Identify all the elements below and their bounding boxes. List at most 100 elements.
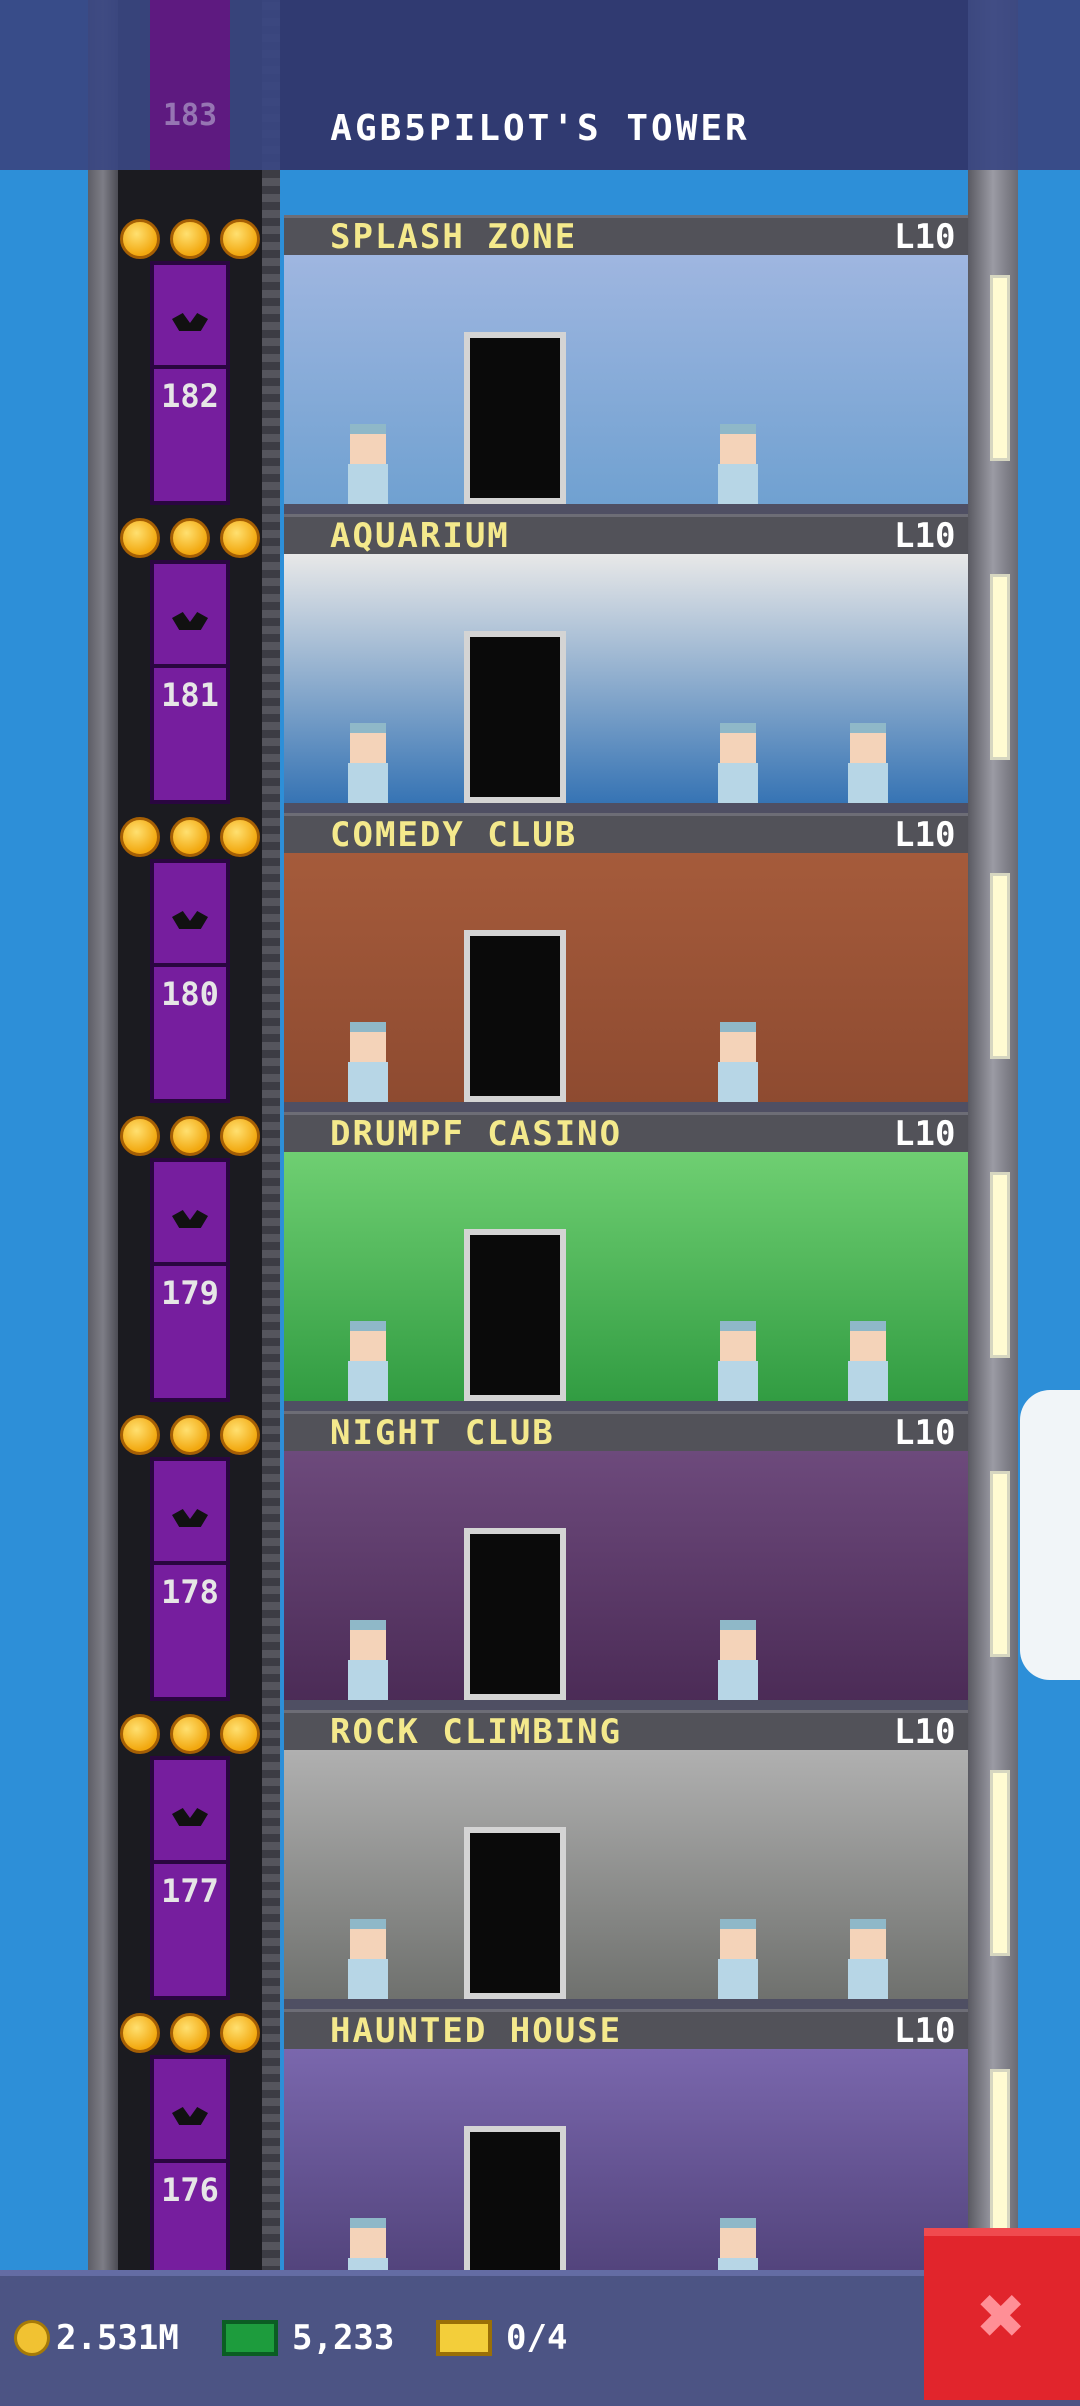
bitizen[interactable] — [714, 1919, 762, 1999]
elevator-door: 182 — [150, 261, 230, 505]
floor-room[interactable] — [284, 255, 968, 514]
elevator-door: 177 — [150, 1756, 230, 2000]
floor-level: L10 — [894, 1712, 956, 1752]
star-icon — [220, 1714, 260, 1754]
bux-count: 5,233 — [292, 2318, 395, 2358]
bitizen-body — [348, 464, 388, 504]
elevator-divider — [154, 365, 226, 369]
tower-window-light — [990, 1770, 1010, 1956]
floor-row[interactable]: 180 COMEDY CLUB L10 — [0, 813, 1080, 1112]
floor-room[interactable] — [284, 853, 968, 1112]
bat-icon — [172, 612, 208, 630]
floor-stars — [120, 1116, 260, 1156]
bitizen[interactable] — [844, 723, 892, 803]
floor-stars — [120, 518, 260, 558]
bitizen[interactable] — [714, 1620, 762, 1700]
bitizen-body — [848, 1959, 888, 1999]
floor-room[interactable] — [284, 554, 968, 813]
floor-name: DRUMPF CASINO — [330, 1114, 623, 1154]
floor-name: COMEDY CLUB — [330, 815, 578, 855]
bitizen-body — [718, 1660, 758, 1700]
floor-room[interactable] — [284, 1152, 968, 1411]
floor-number: 180 — [161, 975, 219, 1013]
bitizen-head — [350, 1321, 386, 1363]
bitizen-head — [350, 2218, 386, 2260]
floor-row[interactable]: 176 HAUNTED HOUSE L10 — [0, 2009, 1080, 2308]
bux-icon — [222, 2320, 278, 2356]
bitizen[interactable] — [714, 424, 762, 504]
bitizen[interactable] — [714, 1321, 762, 1401]
elevator-door: 181 — [150, 560, 230, 804]
floor-row[interactable]: 179 DRUMPF CASINO L10 — [0, 1112, 1080, 1411]
floor-level: L10 — [894, 1413, 956, 1453]
bitizen-body — [718, 1062, 758, 1102]
bitizen-body — [348, 1959, 388, 1999]
bitizen[interactable] — [714, 723, 762, 803]
bat-icon — [172, 911, 208, 929]
floor-number: 182 — [161, 377, 219, 415]
room-door — [464, 631, 566, 803]
floor-number: 181 — [161, 676, 219, 714]
bitizen[interactable] — [344, 424, 392, 504]
ticket-icon — [436, 2320, 492, 2356]
floor-row[interactable]: 182 SPLASH ZONE L10 — [0, 215, 1080, 514]
bitizen-head — [350, 424, 386, 466]
star-icon — [170, 1116, 210, 1156]
floor-stars — [120, 817, 260, 857]
floor-row[interactable]: 177 ROCK CLIMBING L10 — [0, 1710, 1080, 2009]
bitizen-head — [850, 1919, 886, 1961]
floor-number: 179 — [161, 1274, 219, 1312]
bitizen[interactable] — [344, 723, 392, 803]
bat-icon — [172, 2107, 208, 2125]
floor-name: HAUNTED HOUSE — [330, 2011, 623, 2051]
star-icon — [220, 1415, 260, 1455]
bitizen[interactable] — [344, 1919, 392, 1999]
bitizen-head — [350, 1022, 386, 1064]
room-door — [464, 1528, 566, 1700]
bitizen-head — [720, 1321, 756, 1363]
bitizen-head — [850, 723, 886, 765]
star-icon — [120, 1714, 160, 1754]
close-button[interactable]: ✖ — [924, 2228, 1080, 2400]
tower-window-light — [990, 1471, 1010, 1657]
star-icon — [170, 2013, 210, 2053]
bitizen[interactable] — [344, 1022, 392, 1102]
bitizen-body — [348, 1361, 388, 1401]
star-icon — [170, 219, 210, 259]
floor-number: 177 — [161, 1872, 219, 1910]
bitizen-head — [720, 1919, 756, 1961]
bitizen-head — [350, 723, 386, 765]
bitizen[interactable] — [844, 1321, 892, 1401]
bitizen[interactable] — [714, 1022, 762, 1102]
tower-header: 183 AGB5PILOT'S TOWER — [0, 0, 1080, 170]
star-icon — [220, 817, 260, 857]
bitizen-head — [720, 1620, 756, 1662]
floor-room[interactable] — [284, 1451, 968, 1710]
elevator-door: 178 — [150, 1457, 230, 1701]
star-icon — [120, 219, 160, 259]
floor-number: 176 — [161, 2171, 219, 2209]
star-icon — [120, 518, 160, 558]
star-icon — [220, 1116, 260, 1156]
resource-bar: 2.531M 5,233 0/4 — [0, 2270, 1080, 2406]
tower-window-light — [990, 873, 1010, 1059]
bitizen[interactable] — [344, 1321, 392, 1401]
bitizen-body — [718, 763, 758, 803]
room-door — [464, 930, 566, 1102]
floor-level: L10 — [894, 1114, 956, 1154]
coin-icon — [14, 2320, 50, 2356]
bitizen[interactable] — [344, 1620, 392, 1700]
bitizen[interactable] — [844, 1919, 892, 1999]
star-icon — [120, 817, 160, 857]
elevator-door: 179 — [150, 1158, 230, 1402]
floor-room[interactable] — [284, 1750, 968, 2009]
elevator-divider — [154, 1860, 226, 1864]
floor-name: NIGHT CLUB — [330, 1413, 555, 1453]
star-icon — [220, 2013, 260, 2053]
floor-row[interactable]: 178 NIGHT CLUB L10 — [0, 1411, 1080, 1710]
bitizen-body — [348, 1660, 388, 1700]
floor-row[interactable]: 181 AQUARIUM L10 — [0, 514, 1080, 813]
bitizen-body — [718, 464, 758, 504]
tower-window-light — [990, 1172, 1010, 1358]
elevator-divider — [154, 1262, 226, 1266]
